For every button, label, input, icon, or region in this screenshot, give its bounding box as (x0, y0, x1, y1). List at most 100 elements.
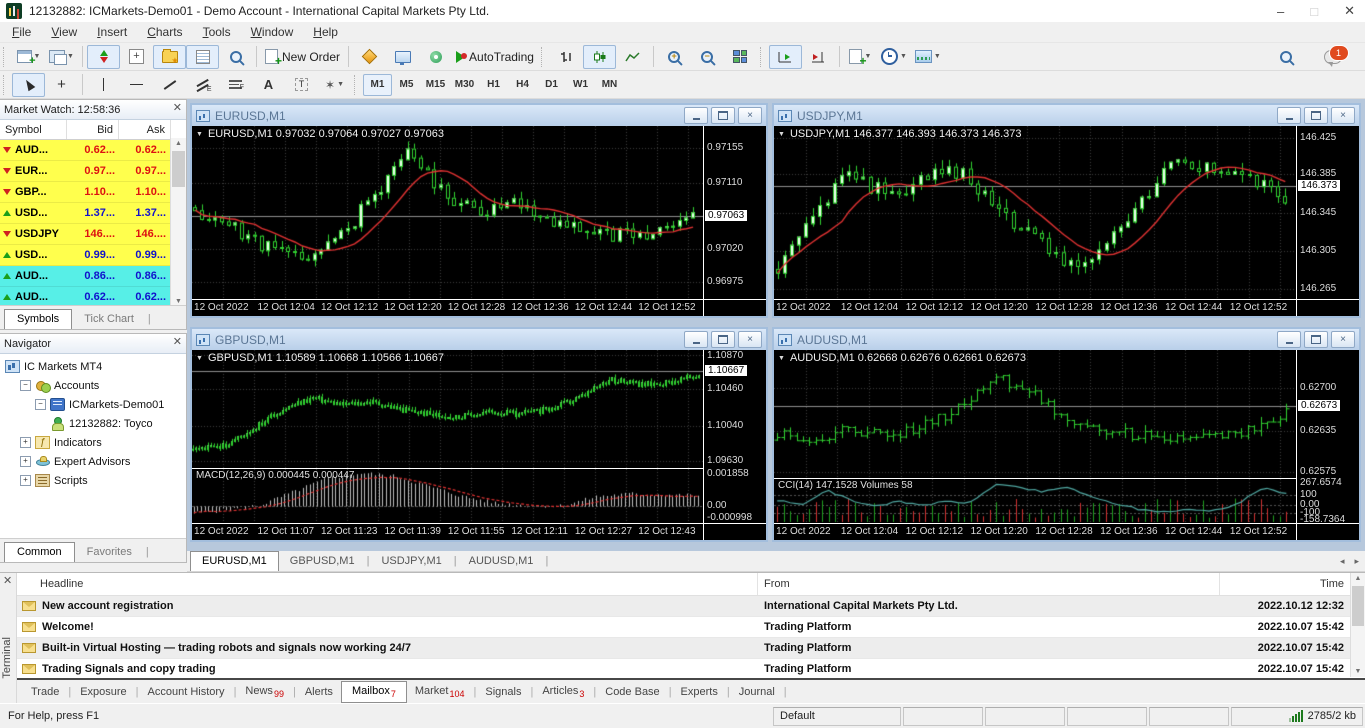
terminal-tab-articles[interactable]: Articles3 (534, 682, 592, 702)
navigator-item-scripts[interactable]: +Scripts (0, 471, 186, 490)
mail-row[interactable]: Trading Signals and copy tradingTrading … (17, 659, 1350, 680)
tab-favorites[interactable]: Favorites (75, 543, 144, 562)
restore-button[interactable] (711, 331, 735, 348)
market-watch-titlebar[interactable]: Market Watch: 12:58:36 ✕ (0, 100, 186, 120)
navigator-item-accounts[interactable]: −Accounts (0, 376, 186, 395)
timeframe-m15-button[interactable]: M15 (421, 74, 450, 96)
tab-scroll-right-icon[interactable]: ▸ (1354, 556, 1359, 567)
chart-window-titlebar[interactable]: USDJPY,M1 × (774, 105, 1359, 126)
new-chart-button[interactable]: +▼ (12, 45, 45, 69)
timeframe-m1-button[interactable]: M1 (363, 74, 392, 96)
zoom-out-button[interactable]: − (691, 45, 724, 69)
data-window-toggle-button[interactable]: + (120, 45, 153, 69)
chart-tab-audusd-m1[interactable]: AUDUSD,M1 (458, 552, 545, 571)
virtual-hosting-button[interactable] (386, 45, 419, 69)
tab-scroll-left-icon[interactable]: ◂ (1340, 556, 1345, 567)
vertical-line-button[interactable] (87, 73, 120, 97)
chart-window-usdjpy[interactable]: USDJPY,M1 × ▼USDJPY,M1 146.377 146.393 1… (772, 103, 1361, 318)
menu-insert[interactable]: Insert (87, 22, 137, 42)
terminal-scrollbar[interactable]: ▲ ▼ (1350, 573, 1365, 677)
text-button[interactable]: A (252, 73, 285, 97)
collapse-icon[interactable]: − (20, 380, 31, 391)
terminal-tab-news[interactable]: News99 (237, 682, 292, 702)
timeframe-mn-button[interactable]: MN (595, 74, 624, 96)
terminal-tab-exposure[interactable]: Exposure (72, 683, 134, 701)
fibonacci-button[interactable]: F (219, 73, 252, 97)
trendline-button[interactable] (153, 73, 186, 97)
periods-button[interactable]: ▼ (877, 45, 911, 69)
autotrading-button[interactable]: AutoTrading (452, 45, 538, 69)
scrollbar-thumb[interactable] (1352, 586, 1364, 626)
chart-window-titlebar[interactable]: GBPUSD,M1 × (192, 329, 766, 350)
signals-button[interactable] (419, 45, 452, 69)
menu-file[interactable]: File (2, 22, 41, 42)
equidistant-channel-button[interactable]: E (186, 73, 219, 97)
minimize-button[interactable] (1277, 107, 1301, 124)
symbol-dropdown-icon[interactable]: ▼ (778, 355, 785, 362)
column-time[interactable]: Time (1220, 578, 1350, 590)
navigator-item-12132882-toyco[interactable]: 12132882: Toyco (0, 414, 186, 433)
restore-button[interactable] (1304, 107, 1328, 124)
horizontal-line-button[interactable] (120, 73, 153, 97)
chart-window-eurusd[interactable]: EURUSD,M1 × ▼EURUSD,M1 0.97032 0.97064 0… (190, 103, 768, 318)
menu-window[interactable]: Window (241, 22, 304, 42)
chart-tab-usdjpy-m1[interactable]: USDJPY,M1 (370, 552, 452, 571)
market-watch-row[interactable]: EUR...0.97...0.97... (0, 161, 171, 182)
terminal-tab-alerts[interactable]: Alerts (297, 683, 341, 701)
scroll-down-icon[interactable]: ▼ (1351, 666, 1365, 677)
market-watch-row[interactable]: USD...1.37...1.37... (0, 203, 171, 224)
new-order-button[interactable]: New Order (261, 45, 344, 69)
timeframe-m30-button[interactable]: M30 (450, 74, 479, 96)
navigator-item-icmarkets-demo01[interactable]: −ICMarkets-Demo01 (0, 395, 186, 414)
toolbar-grip[interactable] (3, 47, 8, 67)
chart-candles-button[interactable] (583, 45, 616, 69)
cursor-button[interactable] (12, 73, 45, 97)
market-watch-row[interactable]: GBP...1.10...1.10... (0, 182, 171, 203)
symbol-dropdown-icon[interactable]: ▼ (196, 131, 203, 138)
terminal-tab-trade[interactable]: Trade (23, 683, 67, 701)
market-watch-toggle-button[interactable] (87, 45, 120, 69)
expand-icon[interactable]: + (20, 475, 31, 486)
mail-row[interactable]: New account registrationInternational Ca… (17, 596, 1350, 617)
column-from[interactable]: From (758, 573, 1220, 595)
market-watch-row[interactable]: AUD...0.86...0.86... (0, 266, 171, 287)
close-button[interactable]: × (738, 331, 762, 348)
toolbar-grip[interactable] (354, 75, 359, 95)
chart-shift-button[interactable] (802, 45, 835, 69)
window-maximize-button[interactable]: □ (1310, 4, 1318, 19)
zoom-in-button[interactable]: + (658, 45, 691, 69)
window-close-button[interactable]: ✕ (1344, 3, 1355, 19)
templates-button[interactable]: ▼ (911, 45, 945, 69)
close-button[interactable]: × (738, 107, 762, 124)
menu-view[interactable]: View (41, 22, 87, 42)
profiles-button[interactable]: ▼ (45, 45, 78, 69)
status-profile[interactable]: Default (773, 707, 901, 726)
crosshair-button[interactable]: + (45, 73, 78, 97)
terminal-tab-code-base[interactable]: Code Base (597, 683, 667, 701)
scroll-up-icon[interactable]: ▲ (1351, 573, 1365, 584)
mail-row[interactable]: Welcome!Trading Platform2022.10.07 15:42 (17, 617, 1350, 638)
terminal-tab-mailbox[interactable]: Mailbox7 (341, 681, 407, 703)
market-watch-scrollbar[interactable]: ▲ ▼ (170, 138, 186, 307)
close-icon[interactable]: ✕ (173, 102, 182, 115)
terminal-tab-market[interactable]: Market104 (407, 682, 473, 702)
close-button[interactable]: × (1331, 331, 1355, 348)
add-indicator-button[interactable]: ▼ (844, 45, 877, 69)
toolbar-grip[interactable] (3, 75, 8, 95)
column-ask[interactable]: Ask (119, 120, 171, 139)
text-label-button[interactable]: T (285, 73, 318, 97)
terminal-toggle-button[interactable] (186, 45, 219, 69)
expand-icon[interactable]: + (20, 456, 31, 467)
tile-windows-button[interactable] (724, 45, 757, 69)
mail-row[interactable]: Built-in Virtual Hosting — trading robot… (17, 638, 1350, 659)
search-button[interactable] (1269, 45, 1302, 69)
tab-tick-chart[interactable]: Tick Chart (72, 310, 146, 329)
window-minimize-button[interactable]: – (1277, 4, 1284, 19)
auto-scroll-button[interactable] (769, 45, 802, 69)
navigator-item-expert-advisors[interactable]: +Expert Advisors (0, 452, 186, 471)
chart-window-gbpusd[interactable]: GBPUSD,M1 × ▼GBPUSD,M1 1.10589 1.10668 1… (190, 327, 768, 542)
restore-button[interactable] (1304, 331, 1328, 348)
menu-help[interactable]: Help (303, 22, 348, 42)
navigator-toggle-button[interactable] (153, 45, 186, 69)
price-chart-canvas[interactable] (192, 350, 703, 468)
